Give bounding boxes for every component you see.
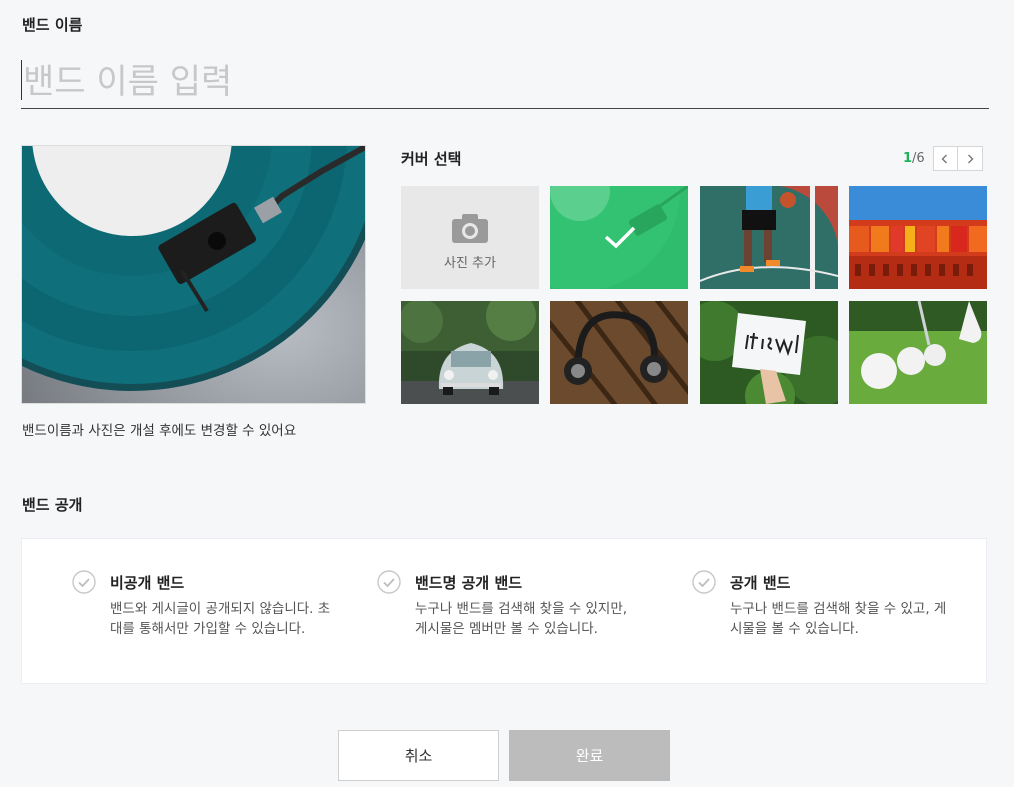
cover-tile-basketball[interactable] [700,186,838,289]
privacy-option-title: 비공개 밴드 [110,574,185,592]
done-button[interactable]: 완료 [509,730,670,781]
privacy-label: 밴드 공개 [22,496,83,514]
cover-tile-golf[interactable] [849,301,987,404]
check-circle-icon [692,570,716,594]
prev-page-button[interactable] [932,146,958,171]
cover-tile-building[interactable] [849,186,987,289]
cover-tile-headphones[interactable] [550,301,688,404]
cover-tile-sign[interactable] [700,301,838,404]
cover-preview-image [21,145,366,404]
check-circle-icon [377,570,401,594]
add-photo-tile[interactable]: 사진 추가 [401,186,539,289]
page-current: 1 [903,151,913,166]
chevron-left-icon [941,154,948,163]
text-caret [21,60,22,100]
privacy-option-title: 밴드명 공개 밴드 [415,574,523,592]
cover-tile-car[interactable] [401,301,539,404]
privacy-option-title: 공개 밴드 [730,574,791,592]
chevron-right-icon [967,154,974,163]
check-circle-icon [72,570,96,594]
band-name-label: 밴드 이름 [22,16,83,34]
cover-pager: 1/6 [903,145,983,172]
next-page-button[interactable] [957,146,983,171]
cancel-button[interactable]: 취소 [338,730,499,781]
privacy-option-desc: 누구나 밴드를 검색해 찾을 수 있고, 게시물을 볼 수 있습니다. [730,601,947,637]
privacy-options-panel: 비공개 밴드 밴드와 게시글이 공개되지 않습니다. 초대를 통해서만 가입할 … [21,538,987,684]
page-indicator: 1/6 [903,151,925,166]
add-photo-label: 사진 추가 [444,256,496,271]
preview-note: 밴드이름과 사진은 개설 후에도 변경할 수 있어요 [22,423,297,439]
cover-tile-vinyl[interactable] [550,186,688,289]
band-name-input[interactable] [21,56,989,109]
cover-select-title: 커버 선택 [401,150,462,168]
privacy-option-desc: 밴드와 게시글이 공개되지 않습니다. 초대를 통해서만 가입할 수 있습니다. [110,601,331,637]
page-total: /6 [912,151,925,166]
privacy-option-desc: 누구나 밴드를 검색해 찾을 수 있지만, 게시물은 멤버만 볼 수 있습니다. [415,601,628,637]
camera-icon [452,214,488,243]
